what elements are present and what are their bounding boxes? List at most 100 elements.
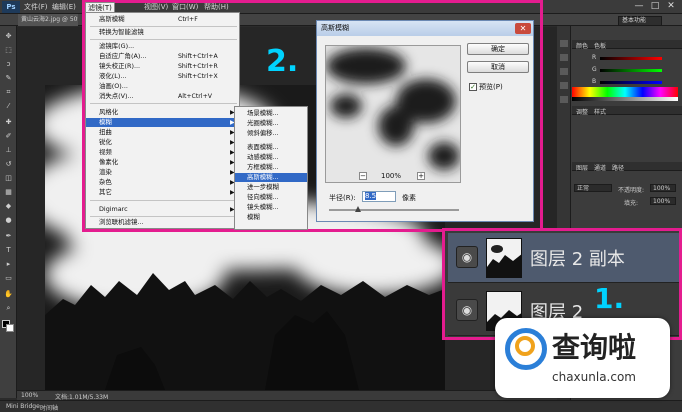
radius-slider-thumb[interactable]	[355, 206, 361, 212]
blur-preview[interactable]	[325, 45, 461, 183]
background-color-swatch[interactable]	[6, 324, 14, 332]
submenu-item-box-blur[interactable]: 方框模糊...	[235, 163, 307, 172]
visibility-eye-icon[interactable]: ◉	[456, 299, 478, 321]
visibility-eye-icon[interactable]: ◉	[456, 246, 478, 268]
submenu-item-gaussian-blur[interactable]: 高斯模糊...	[235, 173, 307, 182]
submenu-item-radial-blur[interactable]: 径向模糊...	[235, 193, 307, 202]
eraser-tool-icon[interactable]: ◫	[4, 174, 13, 182]
tab-swatches[interactable]: 色板	[594, 41, 606, 50]
menu-item-browse-filters[interactable]: 浏览联机滤镜...	[86, 218, 239, 227]
cancel-button[interactable]: 取消	[467, 61, 529, 73]
menu-item-digimarc[interactable]: Digimarc ▶	[86, 205, 239, 214]
menu-item-label: 转换为智能滤镜	[99, 28, 144, 36]
type-tool-icon[interactable]: T	[4, 246, 13, 254]
ok-button[interactable]: 确定	[467, 43, 529, 55]
menu-item-adaptive-wide-angle[interactable]: 自适应广角(A)... Shift+Ctrl+A	[86, 52, 239, 61]
menu-item-smart-filter[interactable]: 转换为智能滤镜	[86, 28, 239, 37]
clone-stamp-icon[interactable]: ⊥	[4, 146, 13, 154]
tab-mini-bridge[interactable]: Mini Bridge	[6, 403, 40, 410]
opacity-field[interactable]: 100%	[650, 184, 676, 192]
zoom-in-button[interactable]: +	[417, 172, 425, 180]
green-slider[interactable]	[600, 69, 662, 72]
lasso-tool-icon[interactable]: ↄ	[4, 60, 13, 68]
menu-item-filter-gallery[interactable]: 滤镜库(G)...	[86, 42, 239, 51]
submenu-item-tilt-shift[interactable]: 倾斜偏移...	[235, 129, 307, 138]
tab-styles[interactable]: 样式	[594, 107, 606, 116]
tab-adjustments[interactable]: 调整	[576, 107, 588, 116]
close-icon[interactable]: ✕	[515, 23, 531, 34]
path-select-icon[interactable]: ▸	[4, 260, 13, 268]
brush-tool-icon[interactable]: ✐	[4, 132, 13, 140]
menu-file[interactable]: 文件(F)	[24, 2, 48, 12]
submenu-item-blur-more[interactable]: 进一步模糊	[235, 183, 307, 192]
menu-item-vanishing-point[interactable]: 消失点(V)... Alt+Ctrl+V	[86, 92, 239, 101]
maximize-icon[interactable]: □	[648, 1, 662, 12]
crop-tool-icon[interactable]: ⌗	[4, 88, 13, 96]
menu-item-oil-paint[interactable]: 油画(O)...	[86, 82, 239, 91]
hand-tool-icon[interactable]: ✋	[4, 290, 13, 298]
blend-mode-select[interactable]: 正常	[574, 184, 612, 192]
menu-item-video[interactable]: 视频 ▶	[86, 148, 239, 157]
radius-input[interactable]: 8.5	[362, 191, 396, 202]
close-window-icon[interactable]: ✕	[664, 1, 678, 12]
gradient-tool-icon[interactable]: ▦	[4, 188, 13, 196]
menu-item-last-filter[interactable]: 高斯模糊 Ctrl+F	[86, 15, 239, 24]
history-brush-icon[interactable]: ↺	[4, 160, 13, 168]
menu-item-label: 消失点(V)...	[99, 92, 134, 100]
submenu-item-iris-blur[interactable]: 光圈模糊...	[235, 119, 307, 128]
zoom-readout[interactable]: 100%	[21, 392, 38, 399]
layer-name[interactable]: 图层 2 副本	[530, 245, 625, 271]
submenu-item-field-blur[interactable]: 场景模糊...	[235, 109, 307, 118]
pen-tool-icon[interactable]: ✒	[4, 232, 13, 240]
menu-item-distort[interactable]: 扭曲 ▶	[86, 128, 239, 137]
menu-item-render[interactable]: 渲染 ▶	[86, 168, 239, 177]
minimize-icon[interactable]: —	[632, 1, 646, 12]
menu-item-blur[interactable]: 模糊 ▶	[86, 118, 239, 127]
menu-item-pixelate[interactable]: 像素化 ▶	[86, 158, 239, 167]
tab-channels[interactable]: 通道	[594, 163, 606, 172]
tab-layers[interactable]: 图层	[576, 163, 588, 172]
tab-paths[interactable]: 路径	[612, 163, 624, 172]
menu-item-lens-correction[interactable]: 镜头校正(R)... Shift+Ctrl+R	[86, 62, 239, 71]
eyedropper-tool-icon[interactable]: ⁄	[4, 102, 13, 110]
color-spectrum[interactable]	[572, 87, 678, 97]
info-icon[interactable]	[560, 68, 568, 75]
submenu-item-surface-blur[interactable]: 表面模糊...	[235, 143, 307, 152]
radius-slider-track[interactable]	[329, 209, 459, 211]
character-icon[interactable]	[560, 96, 568, 103]
submenu-item-motion-blur[interactable]: 动感模糊...	[235, 153, 307, 162]
submenu-item-blur[interactable]: 模糊	[235, 213, 307, 222]
menu-item-stylize[interactable]: 风格化 ▶	[86, 108, 239, 117]
shortcut-label: Shift+Ctrl+X	[178, 73, 218, 80]
menu-item-noise[interactable]: 杂色 ▶	[86, 178, 239, 187]
tab-timeline[interactable]: 时间轴	[40, 403, 58, 412]
menu-item-other[interactable]: 其它 ▶	[86, 188, 239, 197]
menu-filter[interactable]: 滤镜(T)	[85, 2, 115, 12]
preview-checkbox[interactable]: ✓	[469, 83, 477, 91]
red-slider[interactable]	[600, 57, 662, 60]
fill-field[interactable]: 100%	[650, 197, 676, 205]
move-tool-icon[interactable]: ✥	[4, 32, 13, 40]
submenu-item-lens-blur[interactable]: 镜头模糊...	[235, 203, 307, 212]
history-icon[interactable]	[560, 40, 568, 47]
tab-color[interactable]: 颜色	[576, 41, 588, 50]
dodge-tool-icon[interactable]: ●	[4, 216, 13, 224]
menu-item-liquify[interactable]: 液化(L)... Shift+Ctrl+X	[86, 72, 239, 81]
blur-tool-icon[interactable]: ◆	[4, 202, 13, 210]
blue-slider[interactable]	[600, 81, 662, 84]
document-tab[interactable]: 黄山云海2.jpg @ 50%	[18, 14, 78, 26]
layer-row-copy[interactable]: ◉ 图层 2 副本	[448, 233, 679, 283]
grayscale-ramp[interactable]	[572, 97, 678, 101]
zoom-tool-icon[interactable]: ⌕	[4, 304, 13, 312]
shape-tool-icon[interactable]: ▭	[4, 274, 13, 282]
properties-icon[interactable]	[560, 54, 568, 61]
quick-select-tool-icon[interactable]: ✎	[4, 74, 13, 82]
menu-edit[interactable]: 编辑(E)	[52, 2, 76, 12]
menu-item-label: 视频	[99, 148, 112, 156]
workspace-select[interactable]: 基本功能	[618, 16, 662, 26]
zoom-out-button[interactable]: −	[359, 172, 367, 180]
healing-brush-icon[interactable]: ✚	[4, 118, 13, 126]
brush-preset-icon[interactable]	[560, 82, 568, 89]
menu-item-sharpen[interactable]: 锐化 ▶	[86, 138, 239, 147]
marquee-tool-icon[interactable]: ⬚	[4, 46, 13, 54]
